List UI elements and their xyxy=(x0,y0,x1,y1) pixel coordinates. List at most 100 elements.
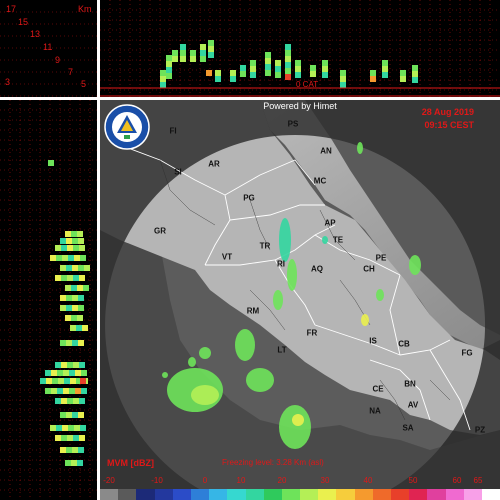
echo-cell xyxy=(67,398,73,404)
place-ar: AR xyxy=(208,159,220,169)
echo-cell xyxy=(79,245,85,251)
echo-cell xyxy=(215,76,221,82)
echo-cell xyxy=(215,70,221,76)
echo-cell xyxy=(82,325,88,331)
echo-cell xyxy=(230,76,236,82)
legend-swatch xyxy=(190,489,210,500)
radar-viewer: Km 17 15 13 11 9 7 5 3 0 CAT Powered by … xyxy=(0,0,500,500)
echo-cell xyxy=(55,275,61,281)
echo-cell xyxy=(65,460,71,466)
echo-cell xyxy=(250,66,256,72)
echo-cell xyxy=(295,72,301,78)
echo-cell xyxy=(50,255,56,261)
echo-cell xyxy=(208,46,214,52)
echo-cell xyxy=(340,82,346,88)
cat-label: 0 CAT xyxy=(296,80,319,89)
rain-cell xyxy=(162,372,168,378)
echo-cell xyxy=(73,398,79,404)
echo-cell xyxy=(208,52,214,58)
echo-cell xyxy=(166,61,172,67)
rain-cell xyxy=(287,259,297,291)
echo-cell xyxy=(190,56,196,62)
rain-cell xyxy=(292,414,304,426)
echo-cell xyxy=(78,295,84,301)
echo-cell xyxy=(160,70,166,76)
echo-cell xyxy=(250,72,256,78)
radar-map[interactable]: Powered by Himet 28 Aug 2019 09:15 CEST … xyxy=(100,100,500,500)
echo-cell xyxy=(56,255,62,261)
legend-swatch xyxy=(154,489,173,500)
echo-cell xyxy=(61,362,67,368)
echo-cell xyxy=(81,388,87,394)
echo-cell xyxy=(62,425,68,431)
place-ce: CE xyxy=(372,384,384,394)
legend-swatch xyxy=(481,489,500,500)
height-tick-7: 7 xyxy=(68,67,74,77)
echo-cell xyxy=(80,425,86,431)
echo-cell xyxy=(340,76,346,82)
height-tick-15: 15 xyxy=(18,17,29,27)
echo-cell xyxy=(66,305,72,311)
rain-cell xyxy=(376,289,384,301)
echo-cell xyxy=(77,285,83,291)
legend-swatch xyxy=(318,489,337,500)
echo-cell xyxy=(172,56,178,62)
echo-cell xyxy=(69,388,75,394)
echo-cell xyxy=(370,70,376,76)
echo-cell xyxy=(200,44,206,50)
echo-cell xyxy=(61,398,67,404)
place-aq: AQ xyxy=(311,264,323,274)
echo-cell xyxy=(61,435,67,441)
rain-cell xyxy=(357,142,363,154)
ns-cross-section xyxy=(0,100,97,500)
echo-cell xyxy=(285,50,291,56)
echo-cell xyxy=(55,362,61,368)
height-tick-17: 17 xyxy=(6,4,17,14)
echo-cell xyxy=(72,412,78,418)
echo-cell xyxy=(275,66,281,72)
echo-cell xyxy=(66,295,72,301)
time-label: 09:15 CEST xyxy=(424,120,474,130)
echo-cell xyxy=(382,66,388,72)
echo-cell xyxy=(77,315,83,321)
echo-cell xyxy=(62,255,68,261)
echo-cell xyxy=(71,460,77,466)
echo-cell xyxy=(240,65,246,71)
echo-cell xyxy=(265,64,271,70)
echo-cell xyxy=(200,50,206,56)
echo-cell xyxy=(310,65,316,71)
place-na: NA xyxy=(369,406,381,416)
timestamp: 28 Aug 2019 09:15 CEST xyxy=(422,106,474,132)
ns-cross-section-plot xyxy=(0,100,97,500)
height-tick-5: 5 xyxy=(81,79,87,89)
legend-swatch xyxy=(336,489,355,500)
echo-cell xyxy=(65,231,71,237)
echo-cell xyxy=(65,285,71,291)
echo-cell xyxy=(70,378,76,384)
legend-swatch xyxy=(354,489,373,500)
place-tr: TR xyxy=(259,241,271,251)
place-pe: PE xyxy=(375,253,387,263)
echo-cell xyxy=(60,265,66,271)
rain-cell xyxy=(361,314,369,326)
legend-tick: 40 xyxy=(363,476,373,485)
echo-cell xyxy=(66,340,72,346)
echo-cell xyxy=(340,70,346,76)
echo-cell xyxy=(190,50,196,56)
legend-swatch xyxy=(409,489,428,500)
legend-swatch xyxy=(300,489,319,500)
echo-cell xyxy=(382,60,388,66)
legend-swatch xyxy=(209,489,228,500)
horizontal-divider xyxy=(0,97,500,100)
echo-cell xyxy=(66,447,72,453)
echo-cell xyxy=(71,315,77,321)
place-ap: AP xyxy=(324,218,336,228)
rain-cell xyxy=(235,329,255,361)
echo-cell xyxy=(79,275,85,281)
place-av: AV xyxy=(407,400,419,410)
date-label: 28 Aug 2019 xyxy=(421,107,474,117)
legend-tick: 10 xyxy=(236,476,246,485)
legend-swatch xyxy=(100,489,119,500)
echo-cell xyxy=(60,340,66,346)
echo-cell xyxy=(206,70,212,76)
